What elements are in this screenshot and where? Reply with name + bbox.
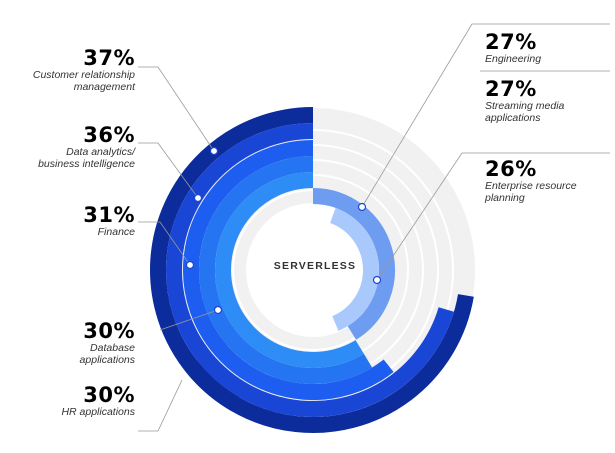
leader-dot [209, 146, 219, 156]
category-line: Customer relationship [32, 69, 135, 81]
value-label: 27% [485, 30, 537, 54]
category-line: management [73, 81, 135, 93]
category-line: HR applications [61, 406, 135, 418]
leader-dot [185, 260, 195, 270]
value-label: 37% [83, 46, 135, 70]
category-line: Engineering [485, 53, 542, 65]
center-label: SERVERLESS [273, 260, 357, 272]
category-line: planning [485, 192, 525, 204]
value-label: 31% [83, 203, 135, 227]
serverless-radial-chart: SERVERLESS 37% Customer relationship man… [0, 0, 615, 453]
label-hr-applications: 30% HR applications [0, 384, 135, 418]
category-line: Database [90, 342, 135, 354]
label-data-analytics: 36% Data analytics/ business intelligenc… [0, 124, 135, 170]
value-label: 30% [83, 319, 135, 343]
label-engineering: 27% Engineering [485, 31, 615, 65]
value-label: 26% [485, 157, 537, 181]
label-enterprise-resource-planning: 26% Enterprise resource planning [485, 158, 615, 204]
value-label: 27% [485, 77, 537, 101]
leader-line [138, 66, 215, 152]
label-database-applications: 30% Database applications [0, 320, 135, 366]
category-line: applications [79, 354, 135, 366]
category-line: Streaming media [485, 100, 565, 112]
leader-dot [357, 202, 367, 212]
category-line: applications [485, 112, 541, 124]
category-line: Data analytics/ [66, 146, 135, 158]
label-finance: 31% Finance [0, 204, 135, 238]
leader-dot [193, 193, 203, 203]
leader-dot [213, 305, 223, 315]
category-line: business intelligence [38, 158, 135, 170]
category-line: Finance [97, 226, 135, 238]
label-customer-relationship-management: 37% Customer relationship management [0, 47, 135, 93]
leader-line [138, 379, 183, 432]
value-label: 30% [83, 383, 135, 407]
label-streaming-media: 27% Streaming media applications [485, 78, 615, 124]
category-line: Enterprise resource [485, 180, 577, 192]
value-label: 36% [83, 123, 135, 147]
leader-dot [372, 275, 382, 285]
